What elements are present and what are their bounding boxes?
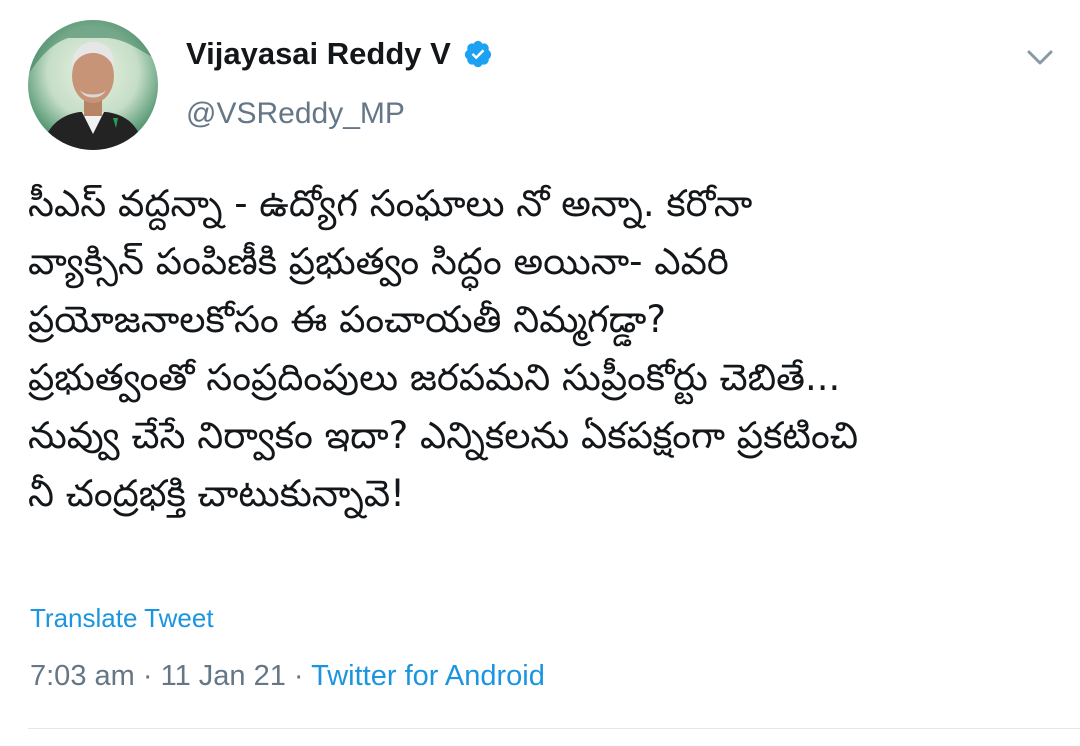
tweet-text-line: నీ చంద్రభక్తి చాటుకున్నావె! [28,472,405,515]
tweet-text-line: ప్రయోజనాలకోసం ఈ పంచాయతీ నిమ్మగడ్డా? [28,298,667,341]
tweet-source-link[interactable]: Twitter for Android [311,660,545,692]
tweet-meta: 7:03 am · 11 Jan 21 · Twitter for Androi… [30,660,545,693]
tweet-date: 11 Jan 21 [160,660,286,692]
author-handle[interactable]: @VSReddy_MP [186,97,405,131]
verified-badge-icon [463,39,493,69]
meta-separator: · [142,660,153,692]
chevron-down-icon[interactable] [1021,42,1059,72]
author-display-name[interactable]: Vijayasai Reddy V [186,36,451,72]
tweet-text-line: వ్యాక్సిన్ పంపిణీకి ప్రభుత్వం సిద్ధం అయి… [28,240,729,283]
tweet-time: 7:03 am [30,660,135,692]
profile-photo [28,20,158,150]
divider [28,728,1080,729]
tweet-text: సీఎస్ వద్దన్నా - ఉద్యోగ సంఘాలు నో అన్నా.… [28,175,1058,523]
tweet-text-line: నువ్వు చేసే నిర్వాకం ఇదా? ఎన్నికలను ఏకపక… [28,414,859,457]
tweet-text-line: ప్రభుత్వంతో సంప్రదింపులు జరపమని సుప్రీంక… [28,356,841,399]
meta-separator: · [293,660,304,692]
author-name-row: Vijayasai Reddy V [186,36,493,72]
avatar[interactable] [28,20,158,150]
translate-tweet-link[interactable]: Translate Tweet [30,603,214,634]
tweet-text-line: సీఎస్ వద్దన్నా - ఉద్యోగ సంఘాలు నో అన్నా.… [28,182,753,225]
